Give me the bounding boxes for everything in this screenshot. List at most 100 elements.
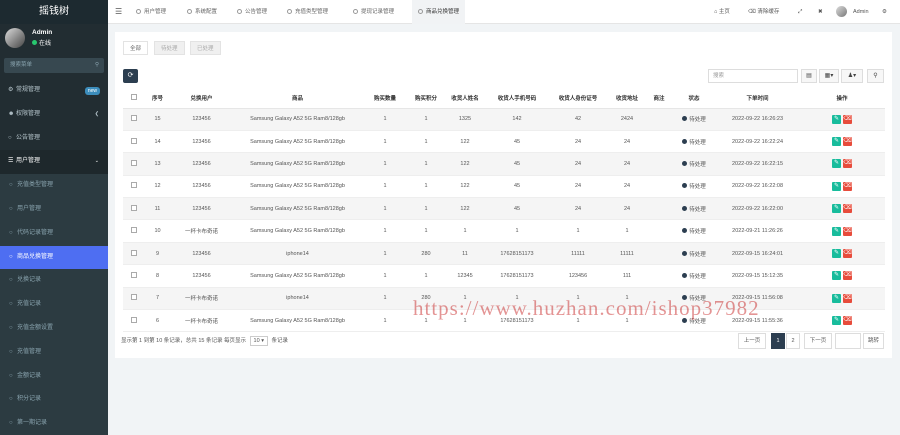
edit-icon[interactable]: ✎ (832, 226, 841, 236)
tab-users[interactable]: 用户管理 (130, 0, 172, 24)
page-jump-input[interactable] (835, 333, 861, 349)
tab-system-config[interactable]: 系统配置 (181, 0, 223, 24)
export-dropdown[interactable]: ♟▾ (841, 69, 863, 83)
prev-page-button[interactable]: 上一页 (738, 333, 766, 349)
row-select-cell[interactable] (123, 242, 145, 266)
row-checkbox[interactable] (131, 159, 137, 166)
column-header[interactable]: 商品 (233, 88, 362, 109)
row-select-cell[interactable] (123, 264, 145, 288)
app-logo[interactable]: 摇钱树 (0, 0, 108, 24)
row-select-cell[interactable] (123, 175, 145, 199)
column-header[interactable]: 状态 (672, 88, 716, 109)
menu-toggle-icon[interactable]: ☰ (115, 0, 122, 24)
column-header[interactable]: 收货人姓名 (444, 88, 486, 109)
row-checkbox[interactable] (131, 115, 137, 122)
sidebar-search[interactable]: 搜索菜单 ⚲ (4, 58, 104, 73)
column-header[interactable]: 下单时间 (716, 88, 799, 109)
edit-icon[interactable]: ✎ (832, 293, 841, 303)
delete-icon[interactable]: ⌫ (843, 249, 852, 259)
sidebar-item-announcements[interactable]: ○ 公告管理 (0, 127, 108, 151)
sidebar-item-general[interactable]: ⚙ 常规管理 new (0, 79, 108, 103)
edit-icon[interactable]: ✎ (832, 204, 841, 214)
fullscreen-icon[interactable]: ⤢ (798, 0, 802, 24)
column-header[interactable]: 收货人手机号码 (486, 88, 548, 109)
sidebar-subitem[interactable]: ○ 兑换记录 (0, 269, 108, 294)
tab-recharge-types[interactable]: 充值类型管理 (281, 0, 334, 24)
refresh-button[interactable]: ⟳ (123, 69, 138, 83)
tab-goods-exchange[interactable]: 商品兑换管理 (412, 0, 466, 24)
row-select-cell[interactable] (123, 197, 145, 221)
avatar[interactable] (836, 6, 847, 17)
clear-cache-button[interactable]: ⌫ 清除缓存 (748, 0, 779, 24)
edit-icon[interactable]: ✎ (832, 137, 841, 147)
filter-tab-pending[interactable]: 待处理 (154, 41, 185, 55)
page-jump-button[interactable]: 跳转 (863, 333, 884, 349)
filter-tab-all[interactable]: 全部 (123, 41, 149, 55)
edit-icon[interactable]: ✎ (832, 181, 841, 191)
sidebar-subitem[interactable]: ○ 代码记录管理 (0, 221, 108, 246)
sidebar-subitem[interactable]: ○ 金额记录 (0, 364, 108, 389)
row-checkbox[interactable] (131, 204, 137, 211)
column-header[interactable]: 收货人身份证号 (548, 88, 608, 109)
delete-icon[interactable]: ⌫ (843, 114, 852, 124)
delete-icon[interactable]: ⌫ (843, 159, 852, 169)
tab-announcements[interactable]: 公告管理 (231, 0, 273, 24)
column-header[interactable]: 商注 (646, 88, 672, 109)
row-select-cell[interactable] (123, 130, 145, 154)
checkbox[interactable] (131, 93, 137, 100)
edit-icon[interactable]: ✎ (832, 271, 841, 281)
home-link[interactable]: ⌂ 主页 (714, 0, 730, 24)
edit-icon[interactable]: ✎ (832, 249, 841, 259)
row-checkbox[interactable] (131, 137, 137, 144)
select-all-checkbox[interactable] (123, 88, 145, 109)
sidebar-subitem[interactable]: ○ 积分记录 (0, 388, 108, 413)
sidebar-item-users[interactable]: ☰ 用户管理 ⌄ (0, 150, 108, 175)
search-toggle-button[interactable]: ⚲ (867, 69, 884, 83)
sidebar-item-goods-exchange[interactable]: ○ 商品兑换管理 (0, 245, 108, 270)
page-size-select[interactable]: 10 ▾ (249, 336, 268, 346)
columns-dropdown[interactable]: ▦▾ (819, 69, 839, 83)
row-select-cell[interactable] (123, 152, 145, 176)
sidebar-subitem[interactable]: ○ 充值金额设置 (0, 316, 108, 341)
close-icon[interactable]: ✖ (818, 0, 823, 24)
row-checkbox[interactable] (131, 294, 137, 301)
column-header[interactable]: 兑换用户 (170, 88, 233, 109)
sidebar-subitem[interactable]: ○ 用户管理 (0, 197, 108, 222)
page-2-button[interactable]: 2 (786, 333, 800, 349)
delete-icon[interactable]: ⌫ (843, 137, 852, 147)
export-button[interactable]: ▤ (801, 69, 817, 83)
column-header[interactable]: 购买数量 (362, 88, 408, 109)
row-checkbox[interactable] (131, 271, 137, 278)
edit-icon[interactable]: ✎ (832, 114, 841, 124)
sidebar-subitem[interactable]: ○ 充值类型管理 (0, 174, 108, 198)
row-select-cell[interactable] (123, 309, 145, 333)
column-header[interactable]: 序号 (145, 88, 170, 109)
sidebar-subitem[interactable]: ○ 充值记录 (0, 293, 108, 317)
next-page-button[interactable]: 下一页 (804, 333, 832, 349)
row-select-cell[interactable] (123, 287, 145, 311)
delete-icon[interactable]: ⌫ (843, 226, 852, 236)
row-checkbox[interactable] (131, 182, 137, 189)
sidebar-subitem[interactable]: ○ 充值管理 (0, 340, 108, 365)
delete-icon[interactable]: ⌫ (843, 316, 852, 326)
delete-icon[interactable]: ⌫ (843, 293, 852, 303)
page-1-button[interactable]: 1 (771, 333, 785, 349)
search-input[interactable] (708, 69, 798, 83)
row-checkbox[interactable] (131, 249, 137, 256)
tab-withdraw-records[interactable]: 提现记录管理 (347, 0, 400, 24)
admin-name[interactable]: Admin (853, 0, 869, 24)
row-checkbox[interactable] (131, 316, 137, 323)
sidebar-subitem[interactable]: ○ 第一期记录 (0, 412, 108, 435)
row-select-cell[interactable] (123, 219, 145, 243)
edit-icon[interactable]: ✎ (832, 316, 841, 326)
edit-icon[interactable]: ✎ (832, 159, 841, 169)
row-checkbox[interactable] (131, 227, 137, 234)
row-select-cell[interactable] (123, 108, 145, 131)
filter-tab-processed[interactable]: 已处理 (190, 41, 221, 55)
delete-icon[interactable]: ⌫ (843, 271, 852, 281)
delete-icon[interactable]: ⌫ (843, 204, 852, 214)
column-header[interactable]: 购买积分 (408, 88, 444, 109)
settings-gear-icon[interactable]: ⚙ (882, 0, 887, 24)
delete-icon[interactable]: ⌫ (843, 181, 852, 191)
sidebar-item-permissions[interactable]: ☻ 权限管理 ❮ (0, 103, 108, 127)
